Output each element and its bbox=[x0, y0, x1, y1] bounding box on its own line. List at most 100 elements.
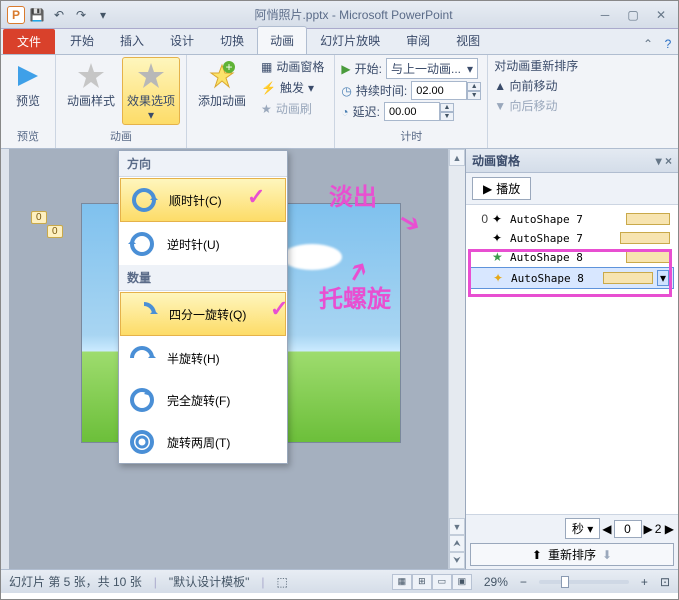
animation-style-button[interactable]: 动画样式 bbox=[62, 57, 120, 125]
zoom-level[interactable]: 29% bbox=[484, 575, 508, 589]
undo-icon[interactable]: ↶ bbox=[49, 5, 69, 25]
timeline-bar[interactable] bbox=[626, 251, 670, 263]
zoom-out-icon[interactable]: − bbox=[520, 575, 527, 589]
outline-gutter bbox=[1, 149, 9, 569]
zoom-in-icon[interactable]: + bbox=[641, 575, 648, 589]
trigger-button[interactable]: ⚡触发 ▾ bbox=[257, 78, 328, 97]
anim-tag[interactable]: 0 bbox=[31, 211, 47, 224]
menu-counterclockwise[interactable]: 逆时针(U) bbox=[119, 223, 287, 265]
move-later-button[interactable]: ▼ 向后移动 bbox=[494, 97, 578, 114]
pane-title: 动画窗格 bbox=[472, 152, 520, 169]
view-buttons: ▦ ⊞ ▭ ▣ bbox=[392, 574, 472, 590]
checkmark-icon: ✓ bbox=[247, 184, 265, 210]
main-area: 0 0 淡出 ➔ 托螺旋 ➔ 方向 顺时针(C) 逆时针(U) 数量 四分一旋转… bbox=[1, 149, 678, 569]
tab-home[interactable]: 开始 bbox=[57, 26, 107, 54]
time-next-icon[interactable]: ▶ bbox=[644, 522, 653, 536]
time-end-icon[interactable]: 2 ▶ bbox=[655, 522, 674, 536]
list-item[interactable]: 0 ✦ AutoShape 7 bbox=[470, 210, 674, 228]
timeline-bar[interactable] bbox=[620, 232, 670, 244]
tab-transition[interactable]: 切换 bbox=[207, 26, 257, 54]
play-icon: ▶ bbox=[341, 62, 350, 76]
language-icon[interactable]: ⬚ bbox=[276, 575, 287, 589]
pane-dropdown-icon[interactable]: ▾ bbox=[656, 154, 662, 168]
effect-icon: ✦ bbox=[493, 271, 507, 285]
duration-input[interactable]: ▲▼ bbox=[411, 81, 481, 100]
timeline-bar[interactable] bbox=[603, 272, 653, 284]
animation-painter-button[interactable]: ★动画刷 bbox=[257, 99, 328, 118]
half-icon bbox=[127, 343, 157, 373]
zoom-slider[interactable] bbox=[539, 580, 629, 584]
tab-design[interactable]: 设计 bbox=[157, 26, 207, 54]
tab-view[interactable]: 视图 bbox=[443, 26, 493, 54]
list-item[interactable]: ✦ AutoShape 8 ▾ bbox=[470, 267, 674, 289]
menu-quarter-spin[interactable]: 四分一旋转(Q) bbox=[120, 292, 286, 336]
minimize-icon[interactable]: ─ bbox=[594, 6, 616, 24]
template-name[interactable]: "默认设计模板" bbox=[169, 573, 250, 590]
effect-icon: ★ bbox=[492, 250, 506, 264]
clockwise-icon bbox=[129, 185, 159, 215]
reorder-button[interactable]: ⬆ 重新排序 ⬇ bbox=[470, 543, 674, 566]
normal-view-icon[interactable]: ▦ bbox=[392, 574, 412, 590]
next-slide-icon[interactable]: ⮟ bbox=[449, 552, 465, 569]
effect-options-button[interactable]: 效果选项▾ bbox=[122, 57, 180, 125]
seconds-value[interactable]: 0 bbox=[614, 520, 642, 538]
tab-insert[interactable]: 插入 bbox=[107, 26, 157, 54]
pane-header: 动画窗格 ▾ × bbox=[466, 149, 678, 173]
redo-icon[interactable]: ↷ bbox=[71, 5, 91, 25]
preview-button[interactable]: 预览 bbox=[7, 57, 49, 111]
close-icon[interactable]: ✕ bbox=[650, 6, 672, 24]
app-icon[interactable]: P bbox=[7, 6, 25, 24]
reading-view-icon[interactable]: ▭ bbox=[432, 574, 452, 590]
save-icon[interactable]: 💾 bbox=[27, 5, 47, 25]
two-spins-icon bbox=[127, 427, 157, 457]
window-controls: ─ ▢ ✕ bbox=[594, 6, 672, 24]
animation-pane-button[interactable]: ▦动画窗格 bbox=[257, 57, 328, 76]
tab-file[interactable]: 文件 bbox=[3, 29, 55, 54]
pane-controls: ▶播放 bbox=[466, 173, 678, 205]
prev-slide-icon[interactable]: ⮝ bbox=[449, 535, 465, 552]
time-prev-icon[interactable]: ◀ bbox=[602, 522, 611, 536]
item-dropdown-icon[interactable]: ▾ bbox=[657, 270, 669, 286]
vertical-scrollbar[interactable]: ▲ ▼ ⮝ ⮟ bbox=[448, 149, 465, 569]
list-item[interactable]: ★ AutoShape 8 bbox=[470, 248, 674, 266]
scroll-down-icon[interactable]: ▼ bbox=[449, 518, 465, 535]
ribbon-minimize-icon[interactable]: ⌃ bbox=[638, 34, 658, 54]
tab-review[interactable]: 审阅 bbox=[393, 26, 443, 54]
slide-counter[interactable]: 幻灯片 第 5 张，共 10 张 bbox=[9, 573, 142, 590]
anim-tag[interactable]: 0 bbox=[47, 225, 63, 238]
menu-header-amount: 数量 bbox=[119, 265, 287, 291]
add-animation-button[interactable]: + 添加动画 bbox=[193, 57, 251, 118]
animation-pane: 动画窗格 ▾ × ▶播放 0 ✦ AutoShape 7 ✦ AutoShape… bbox=[465, 149, 678, 569]
down-icon: ⬇ bbox=[602, 548, 612, 562]
help-icon[interactable]: ? bbox=[658, 34, 678, 54]
tab-slideshow[interactable]: 幻灯片放映 bbox=[307, 26, 393, 54]
pane-close-icon[interactable]: × bbox=[665, 154, 672, 168]
duration-icon: ◷ bbox=[341, 84, 351, 98]
menu-half-spin[interactable]: 半旋转(H) bbox=[119, 337, 287, 379]
scroll-up-icon[interactable]: ▲ bbox=[449, 149, 465, 166]
painter-icon: ★ bbox=[261, 102, 272, 116]
effect-icon: ✦ bbox=[492, 231, 506, 245]
annotation-fadeout: 淡出 bbox=[329, 177, 377, 212]
sorter-view-icon[interactable]: ⊞ bbox=[412, 574, 432, 590]
timeline-bar[interactable] bbox=[626, 213, 670, 225]
fit-window-icon[interactable]: ⊡ bbox=[660, 575, 670, 589]
quarter-icon bbox=[129, 299, 159, 329]
menu-full-spin[interactable]: 完全旋转(F) bbox=[119, 379, 287, 421]
play-button[interactable]: ▶播放 bbox=[472, 177, 531, 200]
full-icon bbox=[127, 385, 157, 415]
menu-two-spins[interactable]: 旋转两周(T) bbox=[119, 421, 287, 463]
checkmark-icon: ✓ bbox=[270, 296, 288, 322]
list-item[interactable]: ✦ AutoShape 7 bbox=[470, 229, 674, 247]
restore-icon[interactable]: ▢ bbox=[622, 6, 644, 24]
play-icon: ▶ bbox=[483, 182, 492, 196]
start-combo[interactable]: 与上一动画...▾ bbox=[386, 58, 478, 79]
delay-input[interactable]: ▲▼ bbox=[384, 102, 454, 121]
seconds-dropdown[interactable]: 秒 ▾ bbox=[565, 518, 600, 539]
move-earlier-button[interactable]: ▲ 向前移动 bbox=[494, 77, 578, 94]
effect-icon: ✦ bbox=[492, 212, 506, 226]
slideshow-view-icon[interactable]: ▣ bbox=[452, 574, 472, 590]
group-timing: ▶ 开始: 与上一动画...▾ ◷ 持续时间: ▲▼ ◔ 延迟: ▲▼ 计时 bbox=[335, 55, 488, 148]
tab-animation[interactable]: 动画 bbox=[257, 26, 307, 54]
qat-dropdown-icon[interactable]: ▾ bbox=[93, 5, 113, 25]
